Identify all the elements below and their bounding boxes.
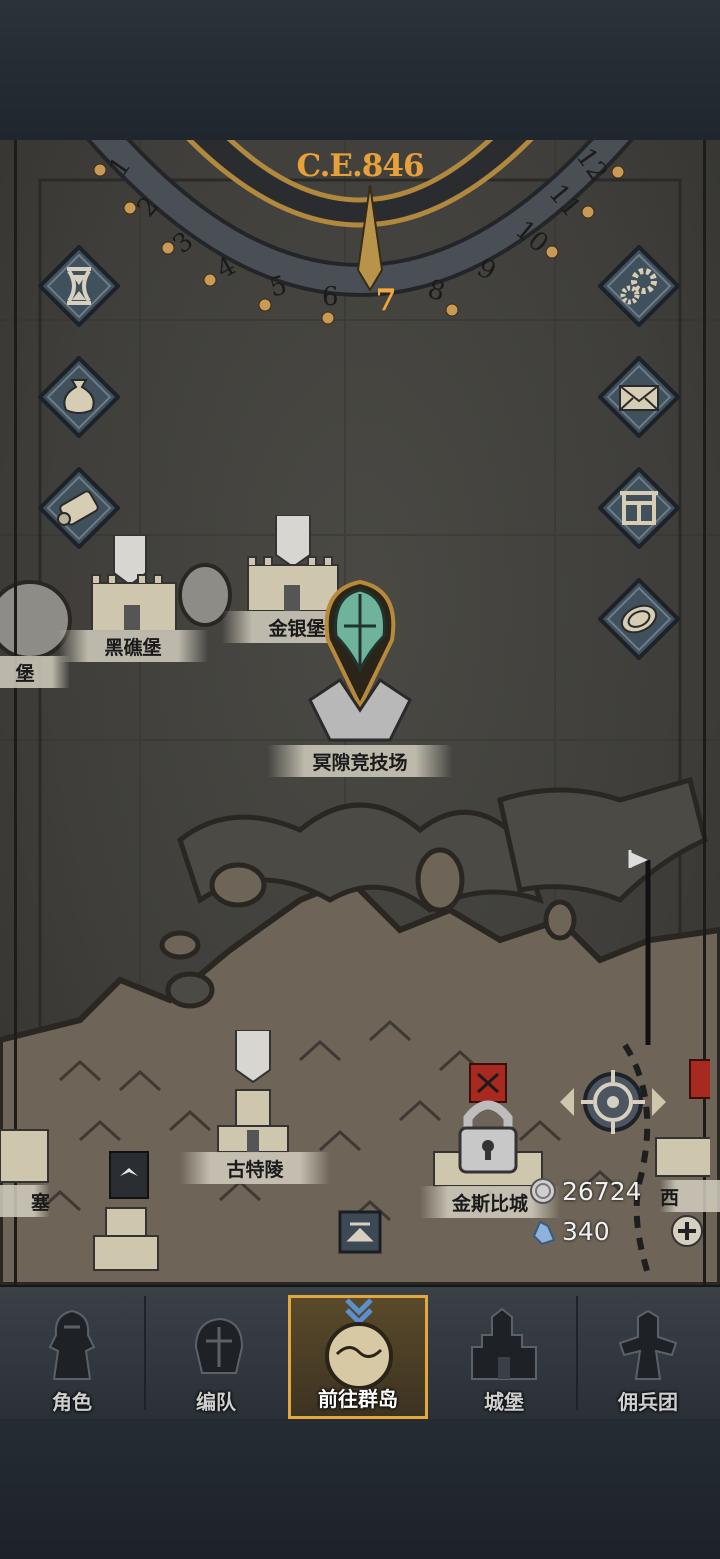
helmet-group-icon: [194, 1317, 244, 1374]
helmet-marker-icon[interactable]: [300, 580, 420, 750]
crystal-icon: [532, 1220, 556, 1246]
mail-icon[interactable]: [598, 356, 680, 438]
collapse-up-icon[interactable]: [338, 1210, 382, 1254]
current-month: 7: [375, 283, 397, 318]
tab-formation[interactable]: 编队: [146, 1295, 286, 1419]
crystal-resource: 340: [528, 1216, 610, 1246]
coin-icon[interactable]: [598, 578, 680, 660]
castle-icon: [471, 1307, 537, 1380]
castle-heijiaobao-icon[interactable]: [78, 535, 188, 633]
silver-coin-icon: [530, 1178, 556, 1204]
silver-amount: 26724: [562, 1176, 642, 1206]
tower-gutiling-icon[interactable]: [212, 1030, 294, 1154]
nav-divider: [576, 1296, 578, 1410]
location-partial-left-lower[interactable]: 塞: [0, 1185, 50, 1217]
mercenary-icon: [618, 1309, 678, 1380]
crystal-amount: 340: [562, 1216, 610, 1246]
locked-castle-icon[interactable]: [430, 1062, 546, 1190]
tab-label: 角色: [52, 1390, 92, 1414]
tab-label: 城堡: [484, 1390, 524, 1414]
tab-archipelago[interactable]: 前往群岛: [288, 1295, 428, 1419]
silver-resource: 26724: [528, 1176, 642, 1206]
money-bag-icon[interactable]: [38, 356, 120, 438]
locate-crosshair-icon[interactable]: [556, 1064, 670, 1140]
tab-character[interactable]: 角色: [2, 1295, 142, 1419]
tab-label: 编队: [196, 1390, 236, 1414]
location-arena[interactable]: 冥隙竞技场: [268, 745, 452, 777]
board-icon[interactable]: [598, 467, 680, 549]
gear-icon[interactable]: [598, 245, 680, 327]
bottom-bezel: [0, 1419, 720, 1559]
tab-castle[interactable]: 城堡: [434, 1295, 574, 1419]
location-partial-left[interactable]: 堡: [0, 656, 70, 688]
location-partial-right[interactable]: 西: [660, 1180, 720, 1212]
hourglass-icon[interactable]: [38, 245, 120, 327]
compass-globe-icon: [325, 1298, 393, 1388]
castle-partial-left-lower-icon[interactable]: [0, 1100, 50, 1190]
add-resource-icon[interactable]: [670, 1214, 704, 1248]
top-bezel: [0, 0, 720, 140]
location-heijiaobao[interactable]: 黑礁堡: [58, 630, 208, 662]
bottom-nav: 角色 编队 前往群岛 城堡 佣兵团: [0, 1285, 720, 1421]
tab-label: 佣兵团: [618, 1390, 678, 1414]
knight-icon: [48, 1309, 96, 1380]
nav-divider: [144, 1296, 146, 1410]
location-gutiling[interactable]: 古特陵: [180, 1152, 330, 1184]
tab-mercenary[interactable]: 佣兵团: [578, 1295, 718, 1419]
year-display: C.E.846: [296, 148, 424, 184]
bird-banner-castle-icon[interactable]: [92, 1150, 162, 1272]
